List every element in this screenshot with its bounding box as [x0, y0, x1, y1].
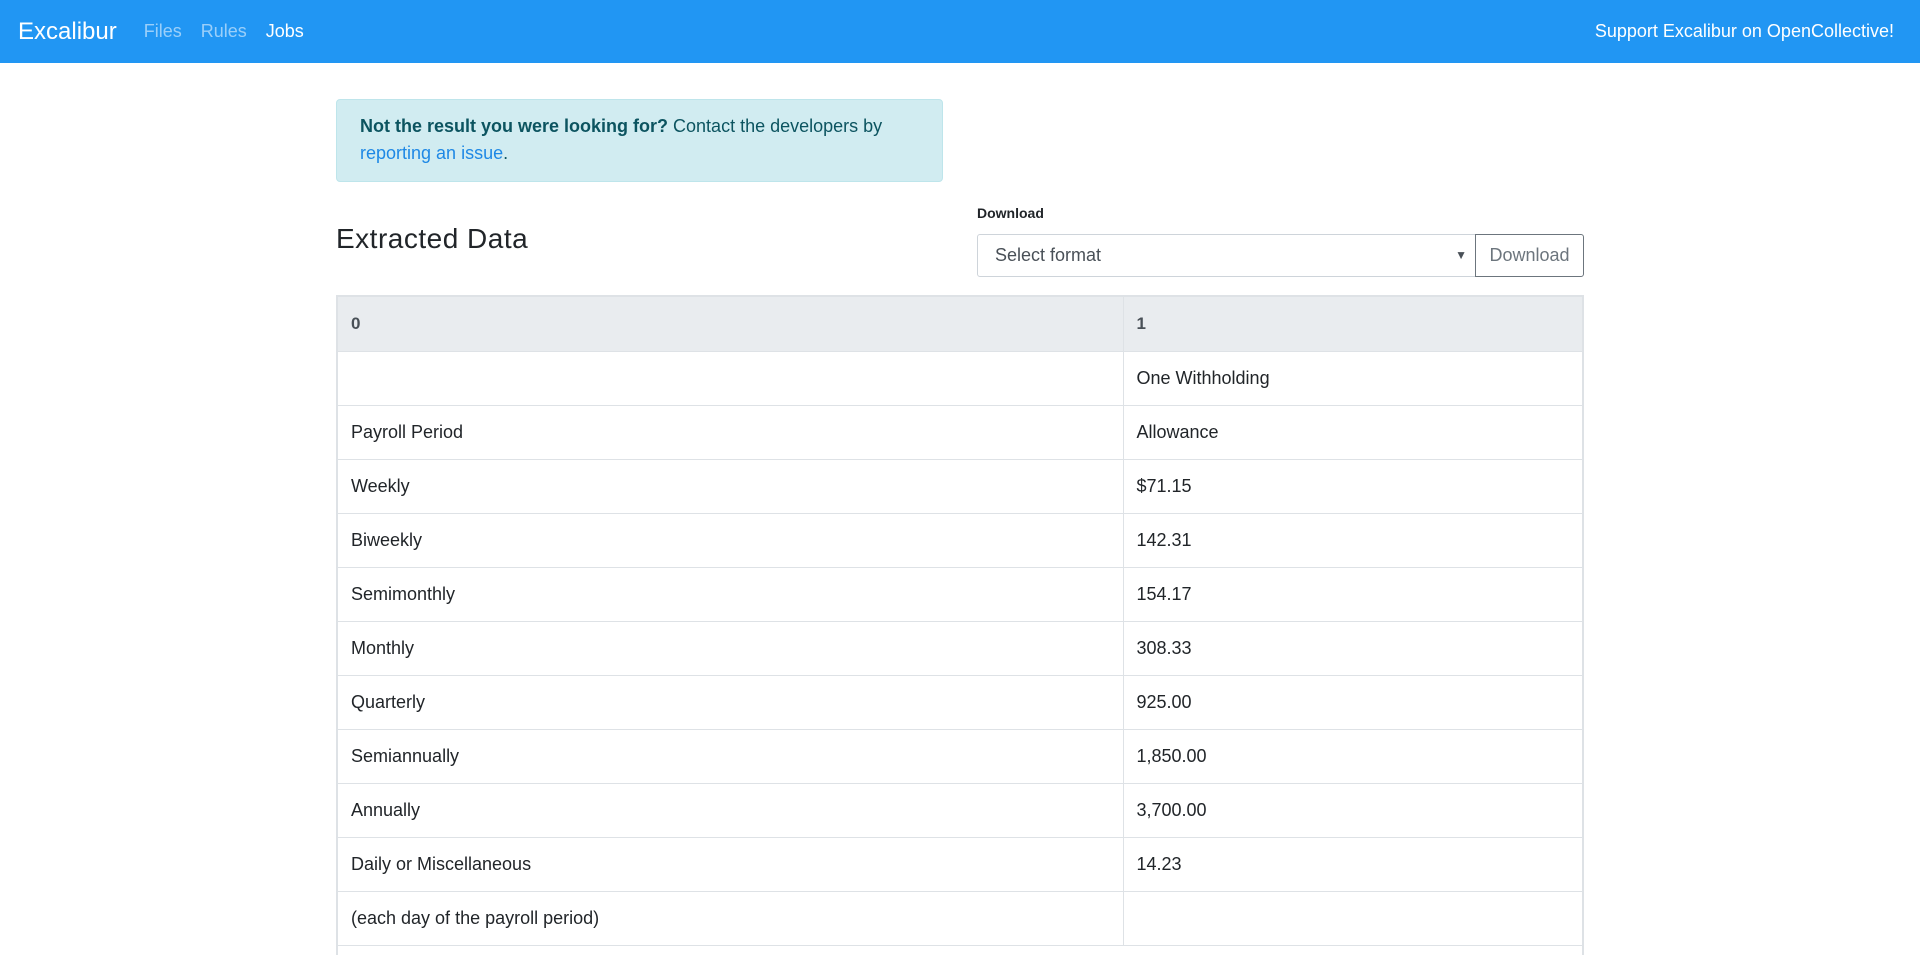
- download-label: Download: [977, 205, 1044, 221]
- table-cell: Weekly: [338, 459, 1124, 514]
- alert-bold-text: Not the result you were looking for?: [360, 116, 669, 136]
- table-row: Quarterly 925.00: [338, 675, 1582, 730]
- table-cell: 1,850.00: [1123, 729, 1582, 784]
- table-cell: 3,700.00: [1123, 783, 1582, 838]
- table-cell: 154.17: [1123, 567, 1582, 622]
- download-button[interactable]: Download: [1475, 234, 1584, 277]
- table-cell: Monthly: [338, 621, 1124, 676]
- nav-link-jobs[interactable]: Jobs: [266, 21, 304, 42]
- extracted-data-table: 0 1 One Withholding Payroll Period Allow…: [336, 295, 1584, 955]
- table-cell: Payroll Period: [338, 405, 1124, 460]
- caret-down-icon: ▼: [1455, 248, 1467, 262]
- table-cell: Semiannually: [338, 729, 1124, 784]
- table-cell: 14.23: [1123, 837, 1582, 892]
- table-row: Annually 3,700.00: [338, 783, 1582, 838]
- table-cell: 142.31: [1123, 513, 1582, 568]
- table-cell: 308.33: [1123, 621, 1582, 676]
- table-row: Daily or Miscellaneous 14.23: [338, 837, 1582, 892]
- table-cell: Semimonthly: [338, 567, 1124, 622]
- nav-link-rules[interactable]: Rules: [201, 21, 247, 42]
- brand-link[interactable]: Excalibur: [18, 18, 117, 46]
- table-cell: Quarterly: [338, 675, 1124, 730]
- table-cell: 925.00: [1123, 675, 1582, 730]
- format-select-value: Select format: [995, 245, 1102, 265]
- table-cell: [338, 351, 1124, 406]
- table-row: Monthly 308.33: [338, 621, 1582, 676]
- table-header-cell: 0: [338, 297, 1124, 352]
- table-row: Semimonthly 154.17: [338, 567, 1582, 622]
- table-cell: [1123, 891, 1582, 946]
- support-link[interactable]: Support Excalibur on OpenCollective!: [1595, 0, 1894, 63]
- info-alert: Not the result you were looking for? Con…: [336, 99, 943, 182]
- page-title: Extracted Data: [336, 223, 529, 254]
- table-row: Weekly $71.15: [338, 459, 1582, 514]
- report-issue-link[interactable]: reporting an issue: [360, 143, 503, 163]
- table-header-row: 0 1: [338, 297, 1582, 352]
- table-row: One Withholding: [338, 351, 1582, 406]
- format-select[interactable]: Select format ▼: [977, 234, 1476, 277]
- alert-text: Contact the developers by: [668, 116, 883, 136]
- table-row: Biweekly 142.31: [338, 513, 1582, 568]
- table-cell: Daily or Miscellaneous: [338, 837, 1124, 892]
- table-cell: Allowance: [1123, 405, 1582, 460]
- table-header-cell: 1: [1123, 297, 1582, 352]
- table-row: Semiannually 1,850.00: [338, 729, 1582, 784]
- table-cell: One Withholding: [1123, 351, 1582, 406]
- top-navbar: Excalibur Files Rules Jobs Support Excal…: [0, 0, 1920, 63]
- table-cell: Biweekly: [338, 513, 1124, 568]
- alert-end-text: .: [503, 143, 509, 163]
- table-cell: (each day of the payroll period): [338, 891, 1124, 946]
- table-row: Payroll Period Allowance: [338, 405, 1582, 460]
- table-cell: $71.15: [1123, 459, 1582, 514]
- nav-link-files[interactable]: Files: [144, 21, 182, 42]
- table-cell: Annually: [338, 783, 1124, 838]
- table-row: (each day of the payroll period): [338, 891, 1582, 946]
